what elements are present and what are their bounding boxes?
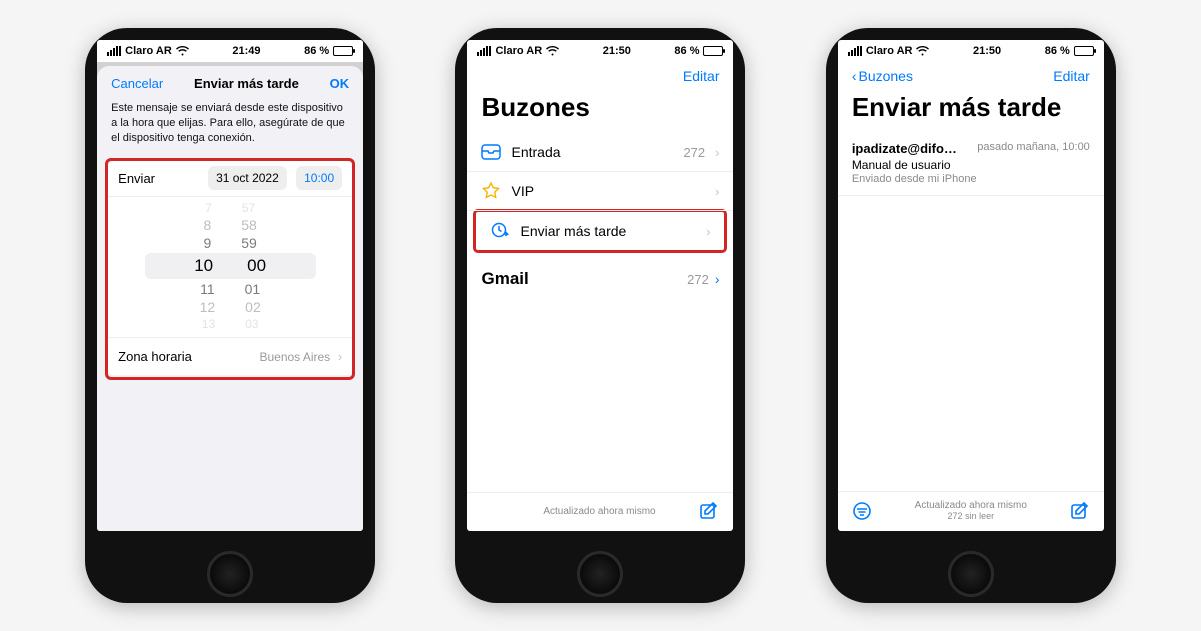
battery-icon [1074, 46, 1094, 56]
footer-unread: 272 sin leer [872, 511, 1070, 521]
modal-description: Este mensaje se enviará desde este dispo… [97, 101, 363, 156]
battery-icon [333, 46, 353, 56]
chevron-right-icon: › [706, 224, 710, 239]
wifi-icon [916, 46, 929, 56]
modal-backdrop: Cancelar Enviar más tarde OK Este mensaj… [97, 62, 363, 531]
footer-status: Actualizado ahora mismo [499, 506, 699, 517]
timezone-row[interactable]: Zona horaria Buenos Aires › [108, 337, 352, 375]
phone-schedule: Claro AR 21:49 86 % Cancelar Enviar más … [85, 28, 375, 603]
mailbox-send-later[interactable]: Enviar más tarde › [476, 212, 724, 250]
mailbox-inbox[interactable]: Entrada 272 › [467, 133, 733, 172]
star-icon [481, 181, 501, 201]
wifi-icon [546, 46, 559, 56]
back-button[interactable]: ‹ Buzones [852, 68, 913, 84]
home-button[interactable] [948, 551, 994, 597]
chevron-left-icon: ‹ [852, 68, 857, 84]
screen: Claro AR 21:49 86 % Cancelar Enviar más … [97, 40, 363, 531]
home-button[interactable] [577, 551, 623, 597]
account-label: Gmail [481, 269, 528, 289]
mailbox-count: 272 [683, 145, 705, 160]
wifi-icon [176, 46, 189, 56]
ok-button[interactable]: OK [330, 76, 350, 91]
compose-button[interactable] [1070, 501, 1090, 521]
message-preview: Enviado desde mi iPhone [852, 173, 1090, 185]
clock: 21:49 [232, 45, 260, 57]
filter-button[interactable] [852, 501, 872, 521]
chevron-right-icon: › [338, 349, 342, 364]
mailbox-label: Enviar más tarde [520, 223, 696, 239]
page-title: Enviar más tarde [838, 90, 1104, 133]
mailbox-label: Entrada [511, 144, 673, 160]
highlight-box: Enviar más tarde › [473, 209, 727, 253]
time-picker[interactable]: 757 858 959 1000 1101 1202 1303 [108, 196, 352, 337]
battery-pct: 86 % [674, 45, 699, 57]
message-from: ipadizate@difo… [852, 141, 957, 156]
cancel-button[interactable]: Cancelar [111, 76, 163, 91]
nav-bar: ‹ Buzones Editar [838, 62, 1104, 90]
time-chip[interactable]: 10:00 [296, 166, 342, 190]
signal-icon [107, 46, 121, 56]
battery-pct: 86 % [1045, 45, 1070, 57]
timezone-value: Buenos Aires [259, 350, 330, 364]
mailbox-label: VIP [511, 183, 705, 199]
modal-title: Enviar más tarde [194, 76, 299, 91]
phone-send-later-list: Claro AR 21:50 86 % ‹ Buzones Editar Env… [826, 28, 1116, 603]
edit-button[interactable]: Editar [683, 68, 720, 84]
footer-status: Actualizado ahora mismo [915, 500, 1027, 511]
carrier: Claro AR [125, 45, 172, 57]
date-chip[interactable]: 31 oct 2022 [208, 166, 287, 190]
account-count: 272 [687, 272, 709, 287]
carrier: Claro AR [495, 45, 542, 57]
clock: 21:50 [603, 45, 631, 57]
send-label: Enviar [118, 171, 155, 186]
battery-icon [703, 46, 723, 56]
toolbar: Actualizado ahora mismo 272 sin leer [838, 491, 1104, 531]
nav-bar: Editar [467, 62, 733, 90]
compose-button[interactable] [699, 501, 719, 521]
inbox-icon [481, 142, 501, 162]
clock: 21:50 [973, 45, 1001, 57]
account-gmail[interactable]: Gmail 272 › [467, 251, 733, 295]
mailbox-list: Entrada 272 › VIP › Enviar más tarde › [467, 133, 733, 251]
toolbar: Actualizado ahora mismo [467, 492, 733, 531]
page-title: Buzones [467, 90, 733, 133]
message-row[interactable]: ipadizate@difo… pasado mañana, 10:00 Man… [838, 133, 1104, 196]
chevron-right-icon: › [715, 271, 720, 287]
chevron-right-icon: › [715, 184, 719, 199]
screen: Claro AR 21:50 86 % Editar Buzones Entra… [467, 40, 733, 531]
chevron-right-icon: › [715, 145, 719, 160]
back-label: Buzones [858, 68, 912, 84]
status-bar: Claro AR 21:49 86 % [97, 40, 363, 62]
send-row: Enviar 31 oct 2022 10:00 [108, 161, 352, 196]
signal-icon [848, 46, 862, 56]
mailbox-vip[interactable]: VIP › [467, 172, 733, 211]
timezone-label: Zona horaria [118, 349, 192, 364]
carrier: Claro AR [866, 45, 913, 57]
screen: Claro AR 21:50 86 % ‹ Buzones Editar Env… [838, 40, 1104, 531]
home-button[interactable] [207, 551, 253, 597]
status-bar: Claro AR 21:50 86 % [838, 40, 1104, 62]
clock-send-icon [490, 221, 510, 241]
edit-button[interactable]: Editar [1053, 68, 1090, 84]
status-bar: Claro AR 21:50 86 % [467, 40, 733, 62]
phone-mailboxes: Claro AR 21:50 86 % Editar Buzones Entra… [455, 28, 745, 603]
schedule-modal: Cancelar Enviar más tarde OK Este mensaj… [97, 66, 363, 531]
picker-selected: 1000 [145, 253, 316, 279]
highlight-box: Enviar 31 oct 2022 10:00 757 858 959 100… [105, 158, 355, 380]
message-scheduled-time: pasado mañana, 10:00 [977, 141, 1090, 156]
message-subject: Manual de usuario [852, 158, 1090, 172]
signal-icon [477, 46, 491, 56]
battery-pct: 86 % [304, 45, 329, 57]
